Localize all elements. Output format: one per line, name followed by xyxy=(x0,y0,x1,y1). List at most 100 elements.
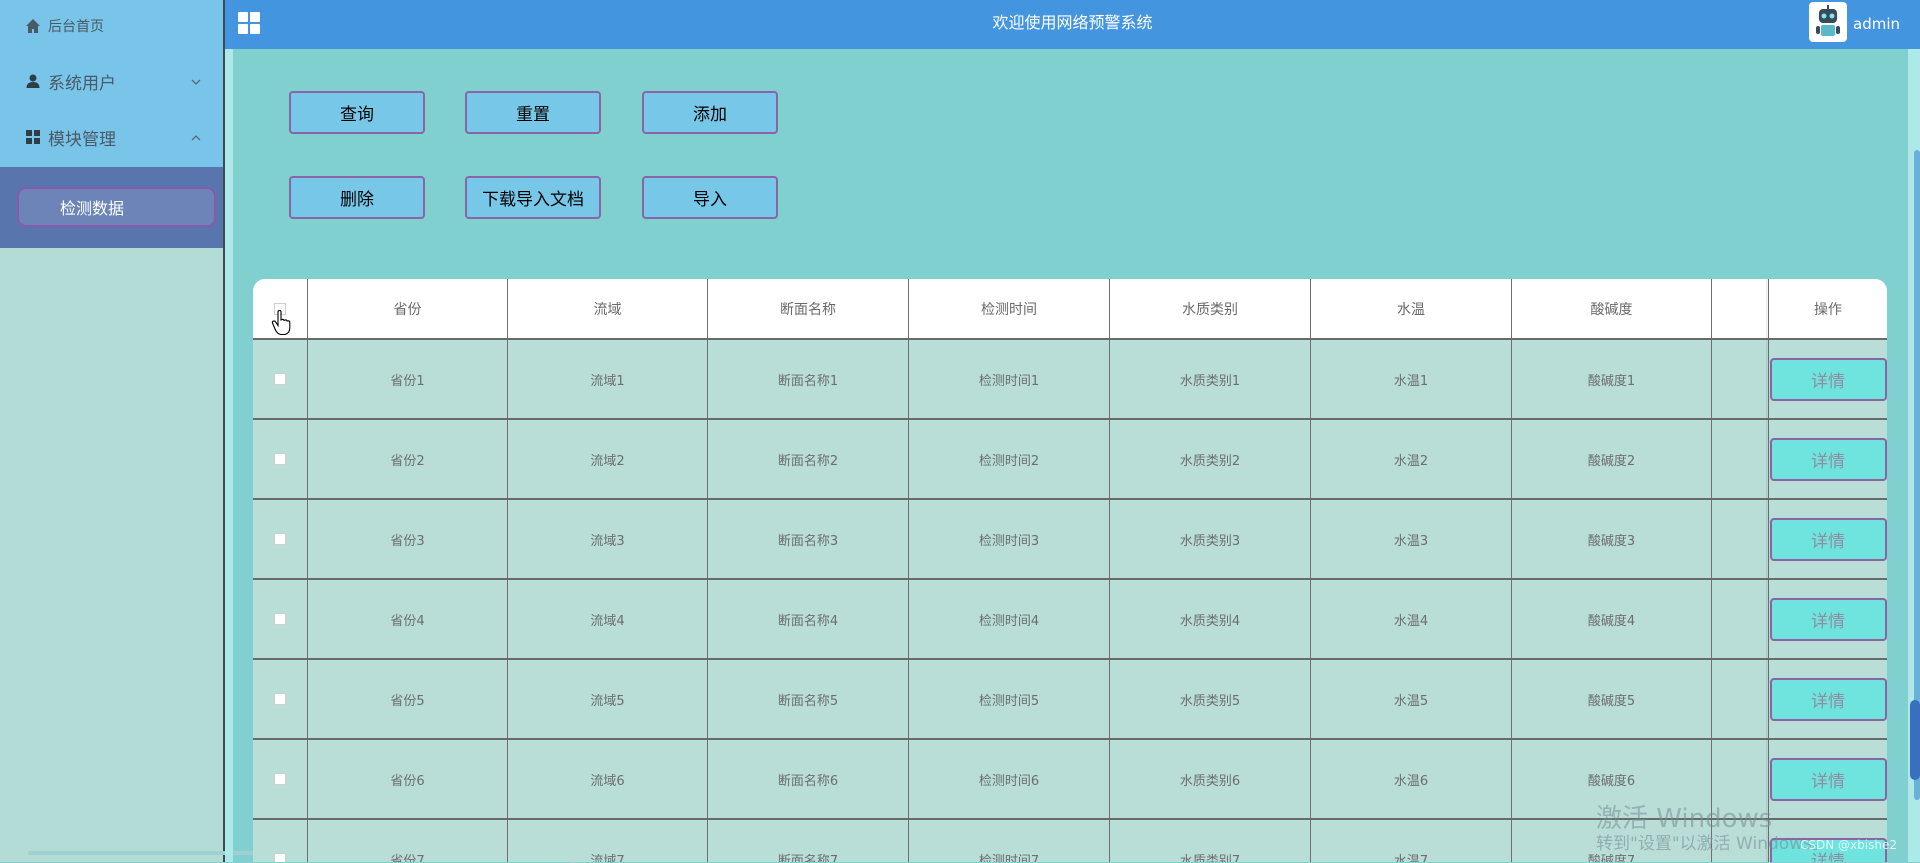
table-cell: 省份4 xyxy=(308,580,508,658)
query-button[interactable]: 查询 xyxy=(289,91,425,134)
table-cell: 水质类别4 xyxy=(1110,580,1311,658)
column-header[interactable]: 省份 xyxy=(308,279,508,338)
table-cell: 省份7 xyxy=(308,820,508,862)
table-cell: 检测时间7 xyxy=(909,820,1110,862)
table-cell-empty xyxy=(1712,340,1769,418)
column-header[interactable]: 水质类别 xyxy=(1110,279,1311,338)
row-actions-cell: 详情 xyxy=(1769,500,1887,578)
column-header[interactable]: 流域 xyxy=(508,279,708,338)
table-cell: 检测时间2 xyxy=(909,420,1110,498)
table-cell: 水温1 xyxy=(1311,340,1512,418)
scrollbar-thumb[interactable] xyxy=(1910,700,1920,780)
table-cell: 水质类别7 xyxy=(1110,820,1311,862)
table-cell: 检测时间5 xyxy=(909,660,1110,738)
table-cell: 省份5 xyxy=(308,660,508,738)
fixed-column-shadow xyxy=(1766,279,1770,862)
csdn-credit: CSDN @xbishe2 xyxy=(1800,838,1897,852)
sidebar-item-label: 后台首页 xyxy=(48,19,104,35)
download-template-button[interactable]: 下载导入文档 xyxy=(465,176,601,219)
table-cell: 酸碱度5 xyxy=(1512,660,1712,738)
row-checkbox[interactable] xyxy=(274,853,286,862)
content-left-border xyxy=(225,49,233,862)
row-checkbox[interactable] xyxy=(274,693,286,705)
table-cell: 断面名称5 xyxy=(708,660,909,738)
add-button[interactable]: 添加 xyxy=(642,91,778,134)
table-cell: 流域7 xyxy=(508,820,708,862)
detail-button[interactable]: 详情 xyxy=(1769,357,1887,401)
table-cell: 断面名称2 xyxy=(708,420,909,498)
detail-button[interactable]: 详情 xyxy=(1769,757,1887,801)
row-checkbox[interactable] xyxy=(274,453,286,465)
column-header[interactable] xyxy=(1712,279,1769,338)
table-cell: 流域5 xyxy=(508,660,708,738)
row-select-cell xyxy=(253,580,308,658)
sidebar-item-users[interactable]: 系统用户 xyxy=(0,57,223,105)
row-select-cell xyxy=(253,340,308,418)
table-cell-empty xyxy=(1712,660,1769,738)
table-cell: 水质类别3 xyxy=(1110,500,1311,578)
delete-button[interactable]: 删除 xyxy=(289,176,425,219)
table-cell: 断面名称3 xyxy=(708,500,909,578)
table-row: 省份3 流域3 断面名称3 检测时间3 水质类别3 水温3 酸碱度3 详情 xyxy=(253,498,1887,578)
table-cell-empty xyxy=(1712,500,1769,578)
detail-button[interactable]: 详情 xyxy=(1769,677,1887,721)
table-cell: 检测时间6 xyxy=(909,740,1110,818)
row-actions-cell: 详情 xyxy=(1769,340,1887,418)
robot-avatar-icon[interactable] xyxy=(1809,2,1847,42)
table-cell: 水温7 xyxy=(1311,820,1512,862)
table-cell: 水质类别2 xyxy=(1110,420,1311,498)
sidebar-nav: 后台首页 系统用户 模块管理 xyxy=(0,0,223,167)
sidebar-item-modules[interactable]: 模块管理 xyxy=(0,113,223,161)
sidebar-item-label: 模块管理 xyxy=(48,129,116,150)
table-row: 省份2 流域2 断面名称2 检测时间2 水质类别2 水温2 酸碱度2 详情 xyxy=(253,418,1887,498)
sidebar-item-inspection-data[interactable]: 检测数据 xyxy=(17,187,216,227)
modules-submenu: 检测数据 xyxy=(0,167,223,248)
table-cell: 酸碱度4 xyxy=(1512,580,1712,658)
column-header[interactable]: 酸碱度 xyxy=(1512,279,1712,338)
table-cell: 酸碱度1 xyxy=(1512,340,1712,418)
row-select-cell xyxy=(253,420,308,498)
table-cell: 断面名称6 xyxy=(708,740,909,818)
import-button[interactable]: 导入 xyxy=(642,176,778,219)
grid-icon xyxy=(20,129,46,145)
row-actions-cell: 详情 xyxy=(1769,660,1887,738)
table-row: 省份4 流域4 断面名称4 检测时间4 水质类别4 水温4 酸碱度4 详情 xyxy=(253,578,1887,658)
app-title: 欢迎使用网络预警系统 xyxy=(992,13,1153,32)
column-header[interactable]: 检测时间 xyxy=(909,279,1110,338)
table-cell: 检测时间1 xyxy=(909,340,1110,418)
hand-cursor-icon xyxy=(271,309,293,336)
row-actions-cell: 详情 xyxy=(1769,420,1887,498)
row-select-cell xyxy=(253,500,308,578)
row-actions-cell: 详情 xyxy=(1769,580,1887,658)
table-cell: 断面名称4 xyxy=(708,580,909,658)
detail-button[interactable]: 详情 xyxy=(1769,517,1887,561)
table-cell: 水质类别6 xyxy=(1110,740,1311,818)
column-header[interactable]: 断面名称 xyxy=(708,279,909,338)
chevron-up-icon xyxy=(191,131,201,144)
row-select-cell xyxy=(253,660,308,738)
row-actions-cell: 详情 xyxy=(1769,740,1887,818)
detail-button[interactable]: 详情 xyxy=(1769,597,1887,641)
table-cell: 断面名称7 xyxy=(708,820,909,862)
column-header[interactable]: 水温 xyxy=(1311,279,1512,338)
sidebar-item-home[interactable]: 后台首页 xyxy=(0,3,223,49)
table-cell: 省份3 xyxy=(308,500,508,578)
row-select-cell xyxy=(253,740,308,818)
row-checkbox[interactable] xyxy=(274,613,286,625)
row-checkbox[interactable] xyxy=(274,773,286,785)
username[interactable]: admin xyxy=(1853,0,1900,48)
table-cell: 流域2 xyxy=(508,420,708,498)
table-cell: 水温3 xyxy=(1311,500,1512,578)
user-icon xyxy=(20,73,46,89)
row-checkbox[interactable] xyxy=(274,373,286,385)
table-cell: 水质类别1 xyxy=(1110,340,1311,418)
table-cell: 酸碱度3 xyxy=(1512,500,1712,578)
table-header: 省份 流域 断面名称 检测时间 水质类别 水温 酸碱度 操作 xyxy=(253,279,1887,338)
sidebar-item-label: 系统用户 xyxy=(48,73,116,94)
row-checkbox[interactable] xyxy=(274,533,286,545)
table-row: 省份5 流域5 断面名称5 检测时间5 水质类别5 水温5 酸碱度5 详情 xyxy=(253,658,1887,738)
table-cell: 水温6 xyxy=(1311,740,1512,818)
table-cell: 省份1 xyxy=(308,340,508,418)
detail-button[interactable]: 详情 xyxy=(1769,437,1887,481)
reset-button[interactable]: 重置 xyxy=(465,91,601,134)
